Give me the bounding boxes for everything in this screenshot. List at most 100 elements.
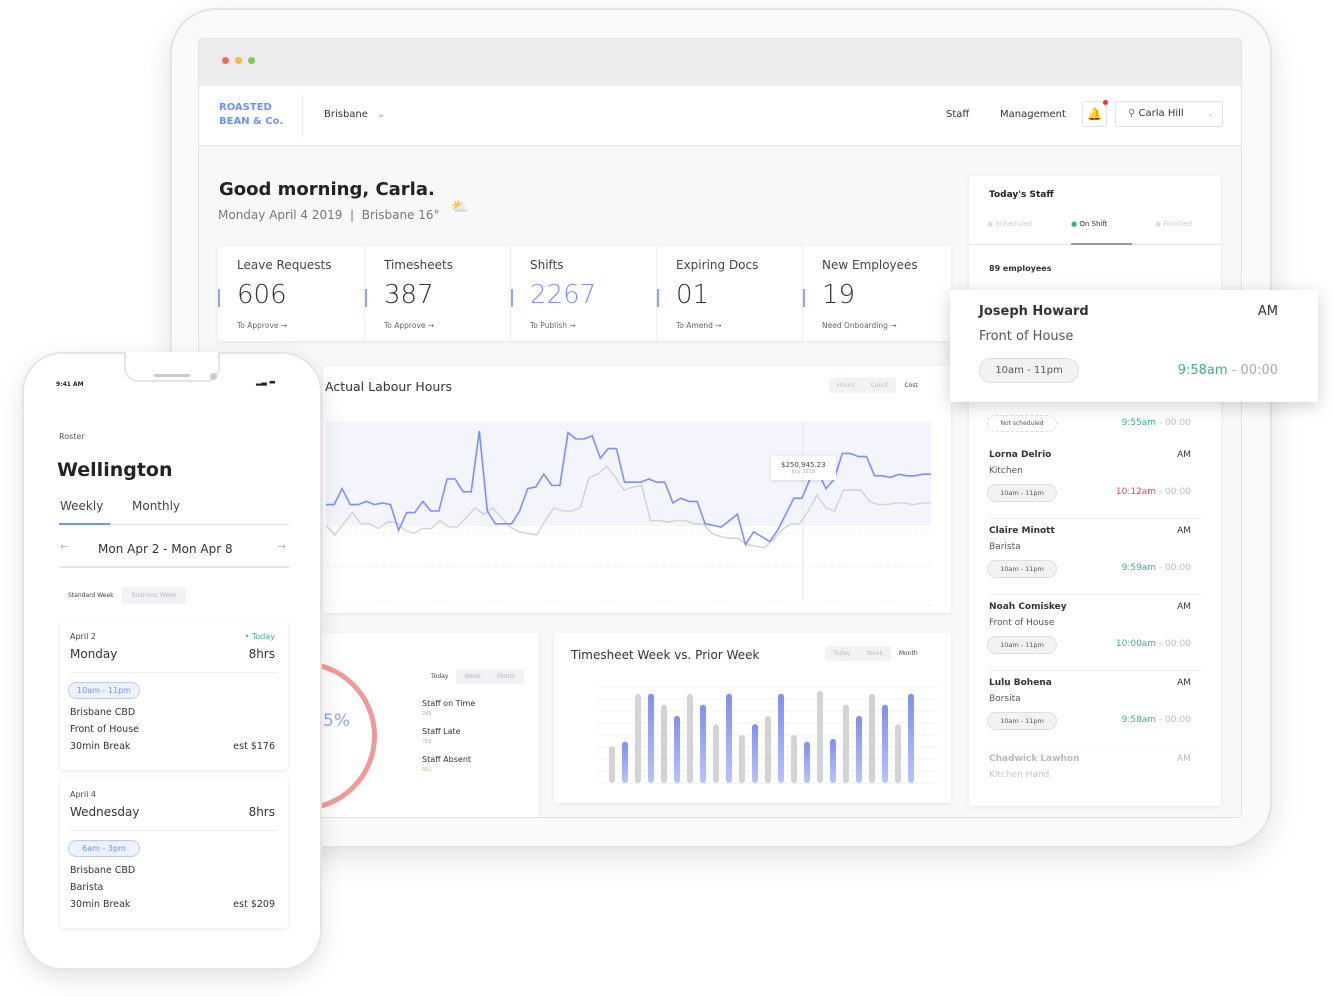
- attendance-card: 5% Today Week Month Staff on Time 245 Staff …: [289, 633, 539, 817]
- bar-prior-week: [843, 704, 849, 783]
- today-badge: • Today: [244, 632, 275, 641]
- shift-pill: 10am - 11pm: [979, 358, 1079, 383]
- clock-in: 10:12am: [1115, 487, 1157, 497]
- divider: [70, 830, 278, 831]
- stat-leave-requests[interactable]: Leave Requests 606 To Approve →: [218, 246, 364, 341]
- weather-icon: ⛅: [451, 199, 469, 215]
- attendance-percent: 5%: [323, 711, 350, 731]
- user-icon: ⚲: [1128, 108, 1136, 119]
- shift-role: Barista: [70, 882, 104, 893]
- staff-role: Kitchen Hand: [989, 770, 1050, 780]
- clock-out: - 00:00: [1158, 563, 1191, 573]
- shift-location: Brisbane CBD: [70, 865, 136, 876]
- clock-times: 10:12am - 00:00: [1116, 487, 1191, 497]
- bar-prior-week: [765, 715, 771, 783]
- staff-tab-finished[interactable]: ● Finished: [1155, 220, 1192, 228]
- toggle-option[interactable]: Month: [890, 646, 926, 661]
- stat-link[interactable]: To Publish →: [530, 321, 576, 330]
- featured-staff-card[interactable]: Joseph Howard AM Front of House 10am - 1…: [950, 290, 1318, 402]
- attendance-label: Staff on Time: [422, 699, 476, 708]
- divider: [989, 518, 1201, 519]
- logo[interactable]: ROASTED BEAN & Co.: [219, 101, 283, 129]
- greeting-subtitle: Monday April 4 2019 | Brisbane 16°: [218, 208, 440, 222]
- app-header: ROASTED BEAN & Co. Brisbane ⌄ Staff Manag…: [199, 86, 1241, 146]
- toggle-option[interactable]: Cost: [896, 378, 926, 393]
- shift-pill: 10am - 11pm: [68, 682, 140, 699]
- divider: [302, 94, 303, 138]
- dashboard-screen: ROASTED BEAN & Co. Brisbane ⌄ Staff Manag…: [198, 38, 1242, 818]
- clock-in: 9:55am: [1121, 418, 1157, 428]
- phone-notch: [124, 352, 220, 382]
- timesheet-chart-card: Timesheet Week vs. Prior Week Today Week M…: [554, 633, 951, 803]
- tab-label: Scheduled: [995, 220, 1032, 228]
- stat-label: Leave Requests: [237, 258, 332, 272]
- toggle-option[interactable]: Week: [456, 669, 488, 684]
- browser-bar: [199, 39, 1241, 86]
- roster-day-card[interactable]: April 2 • Today Monday 8hrs 10am - 11pm Brisb…: [60, 620, 288, 770]
- location-select[interactable]: Brisbane ⌄: [324, 109, 386, 120]
- staff-list-item[interactable]: Claire Minott AM Barista 10am - 11pm 9:59am …: [969, 518, 1221, 602]
- labour-line-chart: [326, 421, 931, 601]
- toggle-option[interactable]: Count: [863, 378, 897, 393]
- toggle-option[interactable]: Week: [858, 646, 890, 661]
- stat-timesheets[interactable]: Timesheets 387 To Approve →: [364, 246, 510, 341]
- stat-link[interactable]: To Amend →: [676, 321, 722, 330]
- tab-monthly[interactable]: Monthly: [132, 499, 180, 513]
- nav-management[interactable]: Management: [1000, 109, 1066, 120]
- stat-value: 387: [384, 280, 434, 310]
- status-dot-icon: ●: [1155, 220, 1162, 228]
- tab-weekly[interactable]: Weekly: [60, 499, 103, 513]
- attendance-value: 401: [422, 767, 432, 773]
- employee-count: 89 employees: [989, 264, 1052, 273]
- toggle-option[interactable]: Today: [423, 669, 457, 684]
- staff-list-item[interactable]: Lorna Delrio AM Kitchen 10am - 11pm 10:12am …: [969, 450, 1221, 526]
- stat-link[interactable]: To Approve →: [237, 321, 287, 330]
- business-week-button[interactable]: Business Week: [122, 587, 187, 604]
- timesheet-toggle: Today Week Month: [825, 646, 926, 661]
- maximize-dot-icon[interactable]: [248, 57, 255, 64]
- tooltip-value: $250,945.23: [781, 461, 826, 469]
- timesheet-bar-chart: [597, 686, 937, 784]
- staff-list-item[interactable]: Noah Comiskey AM Front of House 10am - 11pm…: [969, 594, 1221, 678]
- staff-list-item[interactable]: Chadwick Lawhon AM Kitchen Hand: [969, 746, 1221, 817]
- stat-new-employees[interactable]: New Employees 19 Need Onboarding →: [802, 246, 948, 341]
- user-menu[interactable]: ⚲ Carla Hill ⌄: [1115, 101, 1223, 127]
- staff-tab-scheduled[interactable]: ● Scheduled: [987, 220, 1032, 228]
- roster-title: Wellington: [57, 459, 173, 481]
- staff-list-item[interactable]: Lulu Bohena AM Borsita 10am - 11pm 9:58am - …: [969, 670, 1221, 754]
- minimize-dot-icon[interactable]: [235, 57, 242, 64]
- attendance-value: 756: [422, 739, 432, 745]
- stat-shifts[interactable]: Shifts 2267 To Publish →: [510, 246, 656, 341]
- close-dot-icon[interactable]: [222, 57, 229, 64]
- bar-prior-week: [791, 735, 797, 783]
- notifications-button[interactable]: 🔔: [1082, 100, 1108, 127]
- section-label: Roster: [59, 432, 85, 441]
- bar-current-week: [726, 693, 732, 783]
- date-range: Mon Apr 2 - Mon Apr 8: [98, 542, 233, 556]
- staff-name: Joseph Howard: [979, 304, 1089, 319]
- next-arrow-icon[interactable]: →: [277, 540, 286, 553]
- nav-staff[interactable]: Staff: [946, 109, 969, 120]
- prev-arrow-icon[interactable]: ←: [60, 540, 69, 553]
- tooltip-date: July 2019: [791, 469, 815, 475]
- stat-link[interactable]: To Approve →: [384, 321, 434, 330]
- toggle-option[interactable]: Hours: [829, 378, 863, 393]
- camera: [210, 373, 217, 380]
- user-name: Carla Hill: [1138, 108, 1184, 119]
- day-date: April 4: [70, 790, 96, 799]
- todays-staff-panel: Today's Staff ● Scheduled ● On Shift ● Fin…: [969, 176, 1221, 806]
- standard-week-button[interactable]: Standard Week: [60, 587, 122, 604]
- staff-tab-on-shift[interactable]: ● On Shift: [1071, 220, 1107, 228]
- bar-current-week: [856, 715, 862, 783]
- day-name: Wednesday: [70, 805, 140, 819]
- bar-prior-week: [739, 735, 745, 783]
- stat-link[interactable]: Need Onboarding →: [822, 321, 897, 330]
- bar-current-week: [674, 715, 680, 783]
- roster-day-card[interactable]: April 4 Wednesday 8hrs 6am - 3pm Brisbane CB…: [60, 778, 288, 928]
- staff-name: Chadwick Lawhon: [989, 754, 1080, 764]
- greeting-title: Good morning, Carla.: [219, 179, 435, 200]
- stat-expiring-docs[interactable]: Expiring Docs 01 To Amend →: [656, 246, 802, 341]
- toggle-option[interactable]: Today: [825, 646, 858, 661]
- toggle-option[interactable]: Month: [489, 669, 524, 684]
- divider: [989, 594, 1201, 595]
